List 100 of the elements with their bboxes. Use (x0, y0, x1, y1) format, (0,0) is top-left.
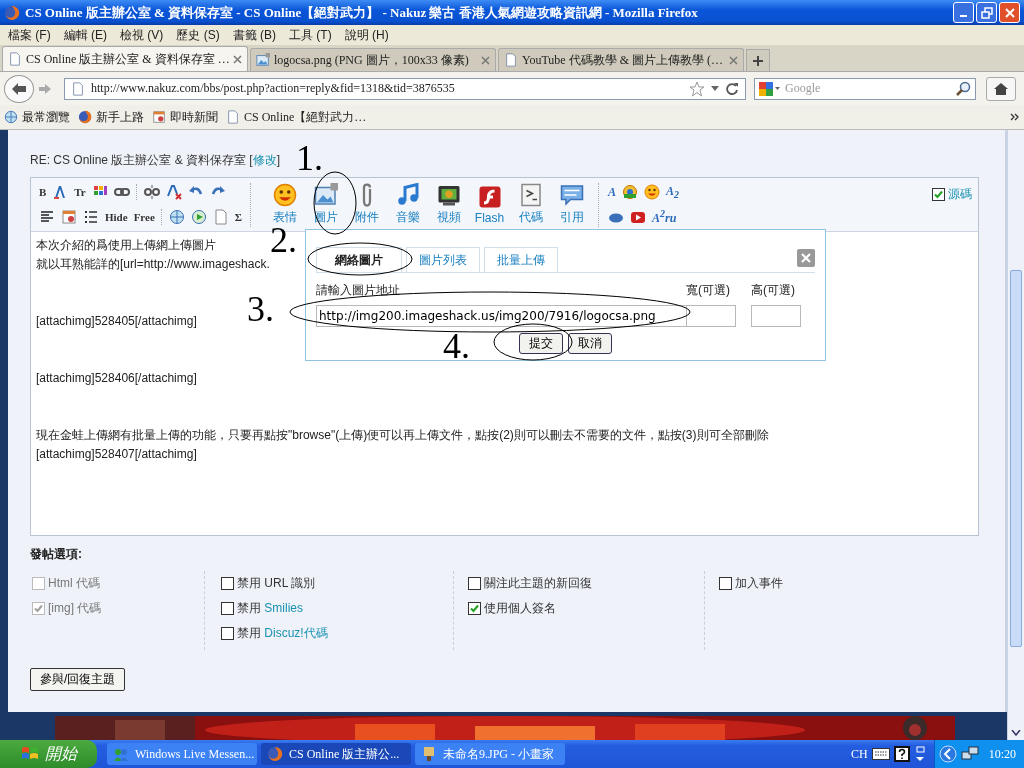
dialog-button[interactable]: 提交 (519, 333, 563, 354)
dialog-tab[interactable]: 批量上傳 (484, 247, 558, 272)
firefox-icon (4, 4, 20, 21)
format-button[interactable]: Σ (234, 211, 242, 223)
checkbox[interactable] (719, 577, 732, 590)
search-bar[interactable]: Google (754, 77, 976, 100)
dialog-button[interactable]: 取消 (568, 333, 612, 354)
dialog-tab[interactable]: 網絡圖片 (316, 247, 402, 272)
chevron-icon[interactable] (1010, 113, 1020, 121)
taskbar-button[interactable]: 未命名9.JPG - 小畫家 (415, 743, 565, 765)
insert-button[interactable]: 視頻 (430, 183, 467, 226)
insert-button[interactable]: Flash (471, 184, 508, 225)
format-button[interactable]: Tr (74, 186, 86, 198)
search-icon[interactable] (955, 80, 971, 97)
editor-text: [attachimg]528406[/attachimg] (36, 370, 197, 387)
close-icon[interactable] (729, 55, 738, 65)
home-button[interactable] (986, 76, 1016, 101)
dropdown-icon[interactable] (711, 86, 719, 91)
browser-tab[interactable]: YouTube 代碼教學 & 圖片上傳教學 (… (498, 48, 744, 71)
restore-icon[interactable] (913, 746, 926, 762)
option-item[interactable]: 禁用 Discuz!代碼 (221, 625, 453, 642)
back-button[interactable] (4, 74, 34, 103)
video-icon (630, 209, 646, 225)
network-icon[interactable] (960, 746, 979, 762)
page-doc-icon (71, 81, 85, 96)
menu-item[interactable]: 說明 (H) (340, 26, 398, 44)
insert-button[interactable]: 音樂 (389, 183, 426, 226)
taskbar-button[interactable]: CS Online 版主辦公... (261, 743, 411, 765)
menu-item[interactable]: 檔案 (F) (4, 26, 60, 44)
plus-icon (752, 54, 764, 67)
menu-item[interactable]: 檢視 (V) (116, 26, 173, 44)
checkbox[interactable] (468, 577, 481, 590)
taskbar-button[interactable]: Windows Live Messen... (107, 743, 257, 765)
start-button[interactable]: 開始 (0, 740, 97, 768)
search-engine-icon[interactable] (759, 81, 781, 96)
scrollbar[interactable] (1007, 130, 1024, 740)
field-label: 請輸入圖片地址 (316, 282, 401, 299)
new-tab-button[interactable] (746, 49, 770, 71)
menu-item[interactable]: 編輯 (E) (59, 26, 116, 44)
width-field[interactable] (686, 305, 736, 327)
format-button[interactable]: B (39, 186, 47, 198)
editor-text: 就以耳熟能詳的[url=http://www.imageshack. (36, 256, 270, 273)
checkbox[interactable] (221, 627, 234, 640)
tab-title: CS Online 版主辦公室 & 資料保存室 … (26, 50, 229, 68)
table-icon (61, 209, 77, 225)
star-icon[interactable] (689, 80, 705, 97)
menu-item[interactable]: 工具 (T) (285, 26, 341, 44)
tv-icon (436, 183, 461, 207)
close-button[interactable] (797, 249, 815, 267)
checkbox[interactable] (221, 602, 234, 615)
bookmark-item[interactable]: CS Online【絕對武力… (226, 108, 367, 126)
close-icon[interactable] (481, 55, 490, 65)
insert-button[interactable]: 附件 (348, 183, 385, 226)
editor-text: 本次介紹的爲使用上傳網上傳圖片 (36, 237, 216, 254)
menu-item[interactable]: 書籤 (B) (228, 26, 286, 44)
scroll-down-icon[interactable] (1011, 730, 1021, 736)
editor-text: [attachimg]528407[/attachimg] (36, 446, 197, 463)
home-icon (993, 81, 1009, 96)
source-toggle[interactable]: 源碼 (932, 186, 972, 203)
reload-icon[interactable] (725, 81, 739, 96)
format-button[interactable]: Hide (105, 211, 128, 223)
browser-tab[interactable]: CS Online 版主辦公室 & 資料保存室 … (2, 46, 248, 71)
format-button[interactable]: Free (133, 211, 155, 223)
option-item[interactable]: 禁用 URL 識別 (221, 575, 453, 592)
insert-button[interactable]: 代碼 (512, 183, 549, 226)
restore-button[interactable] (976, 2, 997, 23)
option-item[interactable]: 使用個人簽名 (468, 600, 704, 617)
close-button[interactable] (999, 2, 1020, 23)
format-button[interactable]: A$^{2}$ru (652, 208, 677, 226)
minimize-button[interactable] (953, 2, 974, 23)
bookmark-item[interactable]: 即時新聞 (152, 108, 218, 126)
format-button[interactable]: A$_{2}$ (666, 183, 680, 201)
firefox-icon (267, 746, 283, 762)
option-item[interactable]: 關注此主題的新回復 (468, 575, 704, 592)
menu-item[interactable]: 歷史 (S) (172, 26, 229, 44)
format-button[interactable]: A (608, 184, 616, 200)
checkbox[interactable] (468, 602, 481, 615)
option-item[interactable]: 加入事件 (719, 575, 891, 592)
language-indicator[interactable]: CH (851, 746, 868, 762)
checkbox[interactable] (221, 577, 234, 590)
submit-button[interactable]: 參與/回復主題 (30, 668, 126, 691)
insert-button[interactable]: 引用 (553, 183, 590, 226)
url-field[interactable]: http://img200.imageshack.us/img200/7916/logocsa.png (316, 305, 688, 327)
address-bar[interactable]: http://www.nakuz.com/bbs/post.php?action=reply&fid=1318&tid=3876535 (64, 77, 746, 100)
list-icon (83, 209, 99, 225)
globe-icon (168, 209, 185, 225)
option-item[interactable]: 禁用 Smilies (221, 600, 453, 617)
dialog-tab[interactable]: 圖片列表 (406, 247, 480, 272)
close-icon[interactable] (233, 54, 242, 64)
height-field[interactable] (751, 305, 801, 327)
bookmark-item[interactable]: 最常瀏覽 (4, 108, 70, 126)
browser-tab[interactable]: logocsa.png (PNG 圖片，100x33 像素) (250, 48, 496, 71)
paint-icon (421, 746, 437, 762)
keyboard-icon[interactable] (871, 748, 890, 760)
firefox-icon (78, 110, 92, 124)
bookmark-item[interactable]: 新手上路 (78, 108, 144, 126)
unlink-icon (143, 184, 160, 200)
url-text: http://www.nakuz.com/bbs/post.php?action=reply&fid=1318&tid=3876535 (91, 81, 456, 96)
checkbox[interactable] (932, 188, 945, 201)
help-icon[interactable] (893, 746, 910, 762)
